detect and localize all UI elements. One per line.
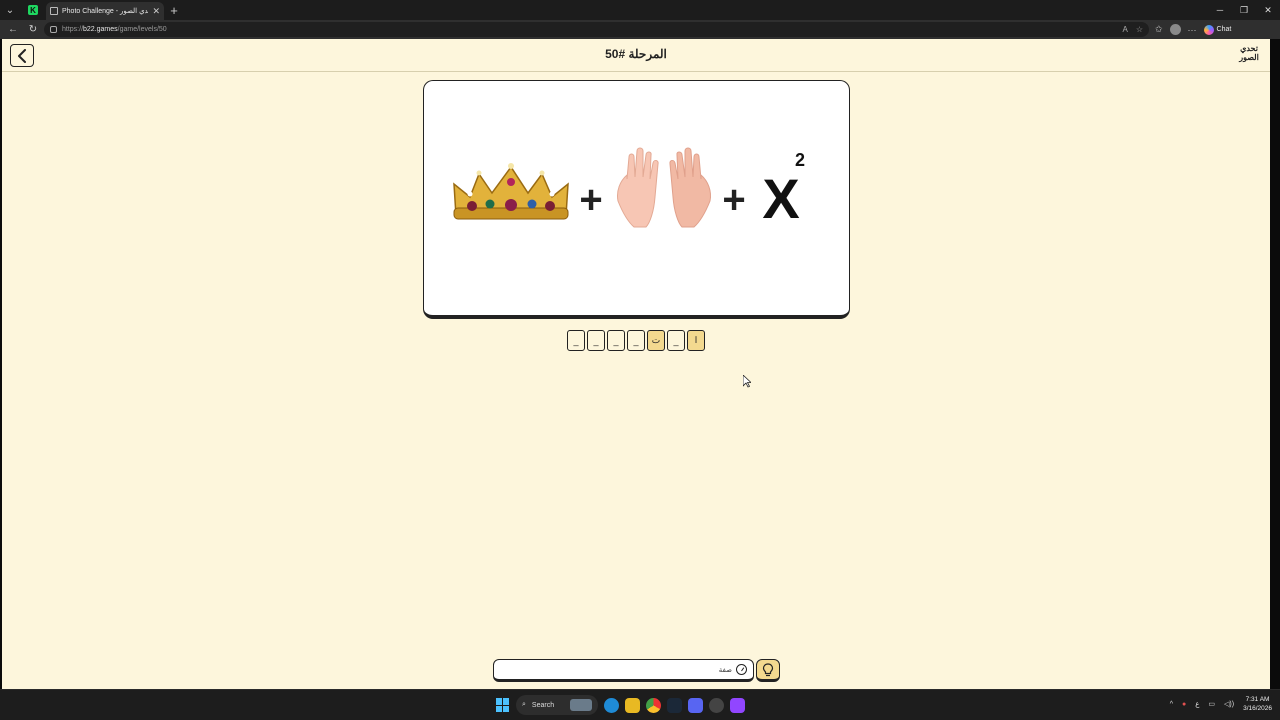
file-explorer-icon[interactable]	[625, 697, 640, 713]
minimize-icon[interactable]: ─	[1208, 0, 1232, 20]
taskbar-search[interactable]: ⌕ Search	[516, 695, 598, 715]
github-icon[interactable]	[709, 697, 724, 713]
windows-start-icon[interactable]	[496, 698, 510, 712]
discord-icon[interactable]	[688, 697, 703, 713]
window-controls: ─ ❐ ✕	[1208, 0, 1280, 20]
game-logo[interactable]: تحدي الصور	[1236, 44, 1262, 68]
system-tray: ^ ● ع ▭ ◁)) 7:31 AM 3/16/2026	[1170, 695, 1272, 713]
letter-slot[interactable]: _	[667, 330, 685, 351]
tab-photo-challenge[interactable]: Photo Challenge - لعبة تحدي الصور ✕	[46, 2, 164, 20]
game-page: المرحلة #50 تحدي الصور + + X 2 _ _ _ _ ت…	[2, 39, 1270, 689]
puzzle-image: + + X 2	[453, 147, 805, 230]
lightbulb-icon	[762, 662, 774, 676]
tab-title: Photo Challenge - لعبة تحدي الصور	[62, 8, 149, 15]
taskbar-apps: ⌕ Search	[496, 695, 745, 715]
clock-time: 7:31 AM	[1245, 696, 1270, 703]
search-icon: ⌕	[522, 701, 526, 708]
crown-icon	[453, 163, 569, 220]
steam-icon[interactable]	[667, 697, 682, 713]
edge-icon[interactable]	[604, 697, 619, 713]
letter-slot-revealed[interactable]: ا	[687, 330, 705, 351]
page-scrollbar[interactable]	[1270, 39, 1280, 689]
read-aloud-icon[interactable]: A	[1122, 25, 1127, 34]
tab-actions-icon[interactable]: ⌄	[0, 0, 20, 20]
answer-input[interactable]: صفة	[493, 659, 754, 682]
letter-slot-revealed[interactable]: ت	[647, 330, 665, 351]
level-title: المرحلة #50	[605, 47, 667, 61]
network-icon[interactable]: ▭	[1208, 700, 1215, 708]
refresh-icon[interactable]: ↻	[24, 21, 42, 38]
puzzle-card: + + X 2	[423, 80, 850, 319]
browser-address-bar: ← ↻ https://b22.games/game/levels/50 A ☆…	[0, 20, 1280, 39]
close-window-icon[interactable]: ✕	[1256, 0, 1280, 20]
hint-button[interactable]	[756, 659, 780, 682]
search-highlight-image	[570, 699, 592, 711]
windows-taskbar: ⌕ Search ^ ● ع ▭ ◁)) 7:31 AM 3/16/2026	[0, 689, 1280, 720]
url-actions: A ☆	[1122, 25, 1143, 34]
timer-icon	[736, 664, 747, 675]
taskbar-clock[interactable]: 7:31 AM 3/16/2026	[1243, 695, 1272, 713]
url-text: https://b22.games/game/levels/50	[62, 26, 167, 33]
page-favicon-icon	[50, 7, 58, 15]
volume-icon[interactable]: ◁))	[1224, 700, 1234, 708]
answer-slots: _ _ _ _ ت _ ا	[567, 330, 705, 351]
restore-icon[interactable]: ❐	[1232, 0, 1256, 20]
copilot-icon	[1203, 24, 1214, 35]
plus-sign: +	[579, 178, 602, 222]
more-menu-icon[interactable]: ···	[1188, 25, 1197, 35]
hands-icon	[617, 147, 711, 228]
browser-tab-bar: ⌄ K Photo Challenge - لعبة تحدي الصور ✕ …	[0, 0, 1280, 20]
letter-slot[interactable]: _	[607, 330, 625, 351]
letter-slot[interactable]: _	[587, 330, 605, 351]
search-label: Search	[531, 701, 555, 709]
chrome-icon[interactable]	[646, 697, 661, 713]
lock-icon	[50, 26, 57, 33]
tray-overflow-icon[interactable]: ^	[1170, 701, 1173, 708]
new-tab-button[interactable]: +	[164, 0, 184, 20]
clock-date: 3/16/2026	[1243, 705, 1272, 712]
exponent: 2	[795, 150, 805, 170]
kick-logo-icon: K	[28, 5, 38, 15]
favorites-icon[interactable]: ✩	[1155, 24, 1163, 35]
answer-hint-text: صفة	[718, 666, 732, 674]
tab-kick[interactable]: K	[20, 0, 46, 20]
favorite-star-icon[interactable]: ☆	[1136, 25, 1143, 34]
microphone-icon[interactable]: ●	[1182, 701, 1186, 708]
letter-slot[interactable]: _	[567, 330, 585, 351]
game-header: المرحلة #50 تحدي الصور	[2, 39, 1270, 72]
back-arrow-icon[interactable]: ←	[4, 21, 22, 38]
letter-slot[interactable]: _	[627, 330, 645, 351]
toolbar-right: ✩ ··· Chat	[1155, 24, 1231, 35]
twitch-icon[interactable]	[730, 697, 745, 713]
url-field[interactable]: https://b22.games/game/levels/50 A ☆	[44, 22, 1149, 37]
copilot-chat-button[interactable]: Chat	[1203, 24, 1232, 35]
profile-avatar[interactable]	[1169, 24, 1181, 35]
x-variable: X	[762, 167, 799, 230]
mouse-cursor-icon	[743, 375, 751, 388]
plus-sign-2: +	[722, 178, 745, 222]
chat-label: Chat	[1216, 26, 1232, 33]
tab-close-icon[interactable]: ✕	[152, 6, 160, 17]
language-indicator[interactable]: ع	[1195, 700, 1199, 708]
